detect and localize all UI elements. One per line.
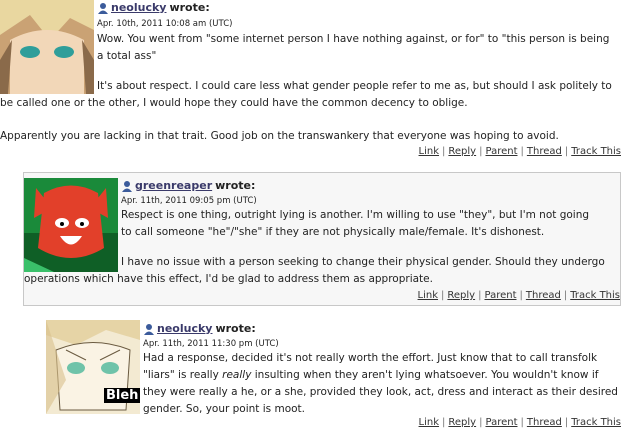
wrote-label: wrote: xyxy=(215,322,256,335)
comment-paragraph: Had a response, decided it's not really … xyxy=(143,350,623,418)
wrote-label: wrote: xyxy=(215,179,256,192)
avatar[interactable]: Bleh! xyxy=(46,320,140,414)
author-link[interactable]: neolucky xyxy=(157,322,212,335)
comment-date: Apr. 10th, 2011 10:08 am (UTC) xyxy=(97,19,233,29)
comment-3: Bleh! neolucky wrote: Apr. 11th, 2011 11… xyxy=(46,318,629,434)
comment-paragraph: I have no issue with a person seeking to… xyxy=(24,256,605,285)
parent-action[interactable]: Parent xyxy=(485,417,517,428)
comment-body: Wow. You went from "some internet person… xyxy=(97,31,617,65)
track-this-action[interactable]: Track This xyxy=(570,290,620,301)
comment-1: neolucky wrote: Apr. 10th, 2011 10:08 am… xyxy=(0,0,629,165)
thread-action[interactable]: Thread xyxy=(527,146,562,157)
parent-action[interactable]: Parent xyxy=(484,290,516,301)
comment-paragraph: Wow. You went from "some internet person… xyxy=(97,33,610,62)
comment-date: Apr. 11th, 2011 11:30 pm (UTC) xyxy=(143,339,279,349)
link-action[interactable]: Link xyxy=(419,417,439,428)
emphasis-text: really xyxy=(222,369,252,381)
comment-body: Respect is one thing, outright lying is … xyxy=(121,207,591,241)
user-icon[interactable] xyxy=(97,2,109,14)
comment-actions: Link | Reply | Parent | Thread | Track This xyxy=(418,417,621,428)
wrote-label: wrote: xyxy=(169,1,210,14)
reply-action[interactable]: Reply xyxy=(448,417,476,428)
comment-body-continued: I have no issue with a person seeking to… xyxy=(24,254,610,288)
reply-action[interactable]: Reply xyxy=(448,146,476,157)
user-icon[interactable] xyxy=(121,180,133,192)
reply-action[interactable]: Reply xyxy=(447,290,475,301)
comment-paragraph: It's about respect. I could care less wh… xyxy=(0,80,612,109)
comment-paragraph: Apparently you are lacking in that trait… xyxy=(0,130,559,142)
comment-actions: Link | Reply | Parent | Thread | Track This xyxy=(417,290,620,301)
comment-date: Apr. 11th, 2011 09:05 pm (UTC) xyxy=(121,196,257,206)
comment-actions: Link | Reply | Parent | Thread | Track This xyxy=(418,146,621,157)
link-action[interactable]: Link xyxy=(419,146,439,157)
author-line: greenreaper wrote: xyxy=(121,179,255,192)
author-line: neolucky wrote: xyxy=(143,322,256,335)
thread-action[interactable]: Thread xyxy=(526,290,561,301)
author-line: neolucky wrote: xyxy=(97,1,210,14)
user-icon[interactable] xyxy=(143,323,155,335)
comment-2: greenreaper wrote: Apr. 11th, 2011 09:05… xyxy=(23,172,621,306)
avatar-caption: Bleh! xyxy=(104,388,140,403)
link-action[interactable]: Link xyxy=(418,290,438,301)
comment-body-continued: It's about respect. I could care less wh… xyxy=(0,78,620,145)
comment-body: Had a response, decided it's not really … xyxy=(143,350,623,418)
parent-action[interactable]: Parent xyxy=(485,146,517,157)
author-link[interactable]: greenreaper xyxy=(135,179,212,192)
comment-paragraph: Respect is one thing, outright lying is … xyxy=(121,209,590,238)
thread-action[interactable]: Thread xyxy=(527,417,562,428)
track-this-action[interactable]: Track This xyxy=(571,417,621,428)
track-this-action[interactable]: Track This xyxy=(571,146,621,157)
author-link[interactable]: neolucky xyxy=(111,1,166,14)
